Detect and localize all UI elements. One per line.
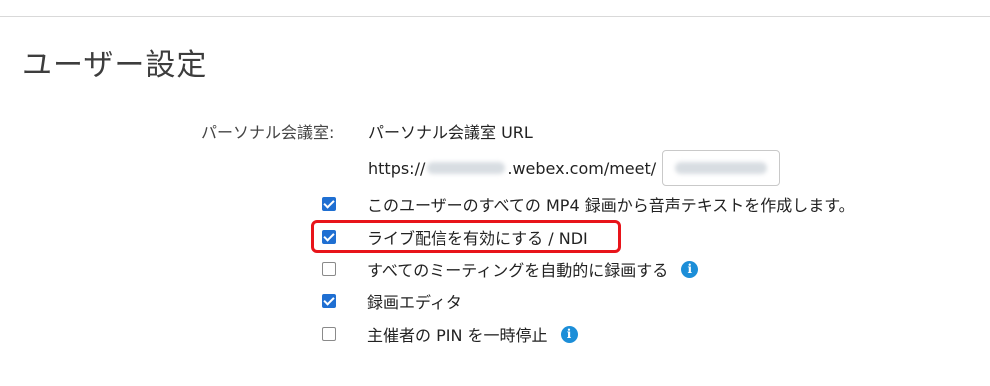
url-domain: .webex.com/meet/	[507, 158, 657, 178]
option-label: すべてのミーティングを自動的に録画する	[367, 261, 669, 280]
redacted-site-name	[427, 162, 506, 174]
transcript-checkbox[interactable]	[322, 197, 336, 211]
option-label: 録画エディタ	[367, 293, 462, 312]
user-settings-page: ユーザー設定 パーソナル会議室: パーソナル会議室 URL https:// .…	[0, 0, 990, 386]
url-prefix: https://	[368, 158, 426, 178]
redacted-room-id	[675, 162, 768, 174]
personal-room-url-row: https:// .webex.com/meet/	[368, 148, 781, 188]
pause-host-pin-checkbox[interactable]	[322, 327, 336, 341]
top-divider	[0, 16, 990, 17]
personal-room-label: パーソナル会議室:	[201, 123, 335, 142]
option-recording-editor[interactable]: 録画エディタ	[322, 290, 462, 312]
highlight-box	[311, 220, 621, 253]
page-title: ユーザー設定	[22, 48, 208, 83]
option-auto-record[interactable]: すべてのミーティングを自動的に録画する i	[322, 258, 699, 280]
info-icon[interactable]: i	[560, 325, 578, 343]
recording-editor-checkbox[interactable]	[322, 294, 336, 308]
option-pause-host-pin[interactable]: 主催者の PIN を一時停止 i	[322, 323, 578, 345]
info-icon[interactable]: i	[681, 260, 699, 278]
option-transcript[interactable]: このユーザーのすべての MP4 録画から音声テキストを作成します。	[322, 193, 855, 215]
personal-room-url-heading: パーソナル会議室 URL	[368, 123, 533, 142]
personal-room-id-input[interactable]	[662, 150, 781, 186]
auto-record-checkbox[interactable]	[322, 262, 336, 276]
option-label: 主催者の PIN を一時停止	[367, 326, 548, 345]
option-label: このユーザーのすべての MP4 録画から音声テキストを作成します。	[367, 196, 855, 215]
